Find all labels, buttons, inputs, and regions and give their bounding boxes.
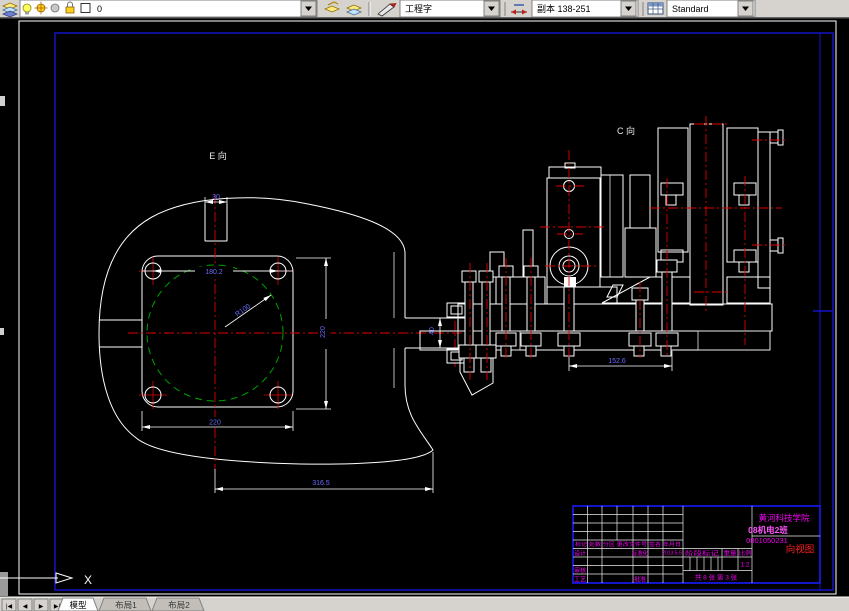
- school-name: 黄河科技学院: [758, 513, 810, 523]
- view-c-label: C 向: [617, 125, 635, 136]
- layers-icon[interactable]: [1, 2, 19, 18]
- scrollbar-fragment[interactable]: [0, 572, 8, 596]
- revision-header: 标记 处数 分区 更改文件号 签名 年月日: [575, 540, 681, 548]
- lock-icon[interactable]: [65, 6, 75, 14]
- tab-model-label[interactable]: 模型: [69, 600, 87, 610]
- ucs-x-label: X: [84, 573, 92, 587]
- layer-combo[interactable]: 0: [19, 0, 318, 18]
- tab-layout2-label[interactable]: 布局2: [168, 600, 190, 610]
- tab-layout1-label[interactable]: 布局1: [115, 600, 137, 610]
- clipped-toolbar-artifact: [0, 328, 4, 335]
- dim-text-square-width: 220: [209, 420, 221, 427]
- design-label: 设计: [574, 550, 586, 558]
- layer-on-icon-base: [25, 12, 29, 15]
- dim-text-bolt-spacing: 180.2: [205, 269, 223, 276]
- layer-name: 0: [97, 4, 102, 14]
- layout-tab-bar: |◀ ◀ ▶ ▶| 模型 布局1 布局2: [0, 596, 849, 611]
- drawing-title: 向视图: [786, 544, 815, 556]
- text-style-value: 工程字: [405, 3, 432, 14]
- cad-application-window: E 向 30 180.2 R100 220 220 316.5 40 C 向 1…: [0, 0, 849, 611]
- tab-nav-first-glyph: |◀: [6, 604, 13, 610]
- drawing-number: 0801050231: [746, 536, 788, 545]
- dim-text-overall-length: 316.5: [312, 480, 330, 487]
- dim-text-boss-width: 30: [212, 194, 220, 201]
- boss-key-block: [564, 277, 576, 287]
- dim-text-span: 152.6: [608, 358, 626, 365]
- weight-label: 重量: [724, 549, 738, 557]
- class-name: 08机电2班: [748, 525, 788, 535]
- dim-text-square-height: 220: [320, 326, 327, 338]
- date-value: 2013.5.5: [662, 551, 682, 557]
- viewport-freeze-icon[interactable]: [50, 3, 60, 13]
- table-style-value: Standard: [672, 4, 709, 14]
- tab-nav-prev-glyph: ◀: [23, 604, 28, 610]
- process-label: 工艺: [574, 576, 586, 584]
- table-style-combo[interactable]: Standard: [666, 0, 756, 18]
- view-e-label: E 向: [209, 150, 227, 161]
- standardization-label: 标准化: [632, 550, 648, 558]
- dim-style-combo[interactable]: 副本 138-251: [531, 0, 639, 18]
- layer-color-swatch[interactable]: [80, 3, 91, 13]
- text-style-combo[interactable]: 工程字: [399, 0, 501, 18]
- approve-label: 批准: [634, 576, 646, 584]
- layer-on-icon[interactable]: [22, 3, 32, 13]
- clipped-toolbar-artifact: [0, 96, 5, 106]
- stage-mark-label: 阶段标记: [685, 550, 719, 558]
- model-space-background[interactable]: [0, 17, 849, 597]
- scale-value: 1:2: [740, 562, 749, 569]
- drawing-canvas[interactable]: E 向 30 180.2 R100 220 220 316.5 40 C 向 1…: [0, 17, 849, 597]
- table-style-button[interactable]: [647, 2, 664, 15]
- tab-nav-next-glyph: ▶: [39, 604, 44, 610]
- dim-style-value: 副本 138-251: [537, 3, 591, 14]
- scale-label: 比例: [739, 549, 753, 557]
- audit-label: 审核: [574, 567, 586, 575]
- sheet-info: 共 8 张 第 3 张: [695, 573, 738, 582]
- layers-toolbar: 0 工程字 副本 138-251 Standard: [0, 0, 849, 19]
